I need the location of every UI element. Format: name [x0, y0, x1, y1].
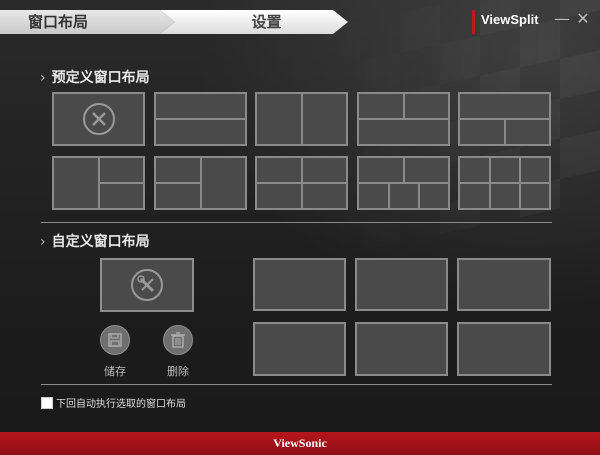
custom-slot[interactable]: [457, 322, 551, 376]
custom-slot[interactable]: [253, 258, 346, 311]
layout-tile-top2-bottom1[interactable]: [357, 92, 450, 146]
tab-settings[interactable]: 设置: [160, 10, 348, 34]
delete-button[interactable]: [163, 325, 193, 355]
save-icon: [108, 333, 122, 347]
minimize-button[interactable]: —: [553, 9, 571, 29]
chevron-right-icon: ›: [40, 70, 46, 86]
custom-slot[interactable]: [355, 258, 448, 311]
cancel-icon: [82, 103, 115, 135]
custom-slot[interactable]: [355, 322, 448, 376]
layout-tile-none[interactable]: [52, 92, 145, 146]
chevron-right-icon: ›: [40, 234, 46, 250]
app-title: ViewSplit: [481, 12, 539, 27]
custom-layout-editor-tile[interactable]: [100, 258, 194, 312]
brand-accent-bar: [472, 10, 475, 34]
layout-tile-grid-2x2[interactable]: [255, 156, 348, 210]
delete-label: 删除: [167, 365, 189, 378]
footer-brand-bar: ViewSonic: [0, 432, 600, 455]
close-button[interactable]: ✕: [574, 9, 592, 29]
auto-apply-label: 下回自动执行选取的窗口布局: [56, 399, 186, 410]
section-divider: [41, 384, 552, 385]
custom-slot[interactable]: [253, 322, 346, 376]
tools-icon: [131, 269, 163, 301]
layout-tile-top1-bottom2[interactable]: [458, 92, 551, 146]
layout-tile-top2-bottom3[interactable]: [357, 156, 450, 210]
trash-icon: [171, 332, 185, 348]
app-window: 窗口布局 设置 ViewSplit — ✕ › 预定义窗口布局 › 自定义窗口布…: [0, 0, 600, 455]
top-nav: 窗口布局 设置: [0, 10, 360, 34]
footer-logo: ViewSonic: [273, 436, 327, 450]
save-button[interactable]: [100, 325, 130, 355]
layout-tile-split-vertical[interactable]: [255, 92, 348, 146]
layout-tile-left1-right2[interactable]: [52, 156, 145, 210]
layout-tile-grid-3x2[interactable]: [458, 156, 551, 210]
predefined-section-title: › 预定义窗口布局: [40, 70, 150, 86]
auto-apply-checkbox[interactable]: [41, 397, 53, 409]
custom-slot[interactable]: [457, 258, 551, 311]
tab-window-layout[interactable]: 窗口布局: [0, 10, 175, 34]
custom-section-title: › 自定义窗口布局: [40, 234, 150, 250]
layout-tile-split-horizontal[interactable]: [154, 92, 247, 146]
section-divider: [41, 222, 552, 223]
save-label: 储存: [104, 365, 126, 378]
layout-tile-left2-right1[interactable]: [154, 156, 247, 210]
